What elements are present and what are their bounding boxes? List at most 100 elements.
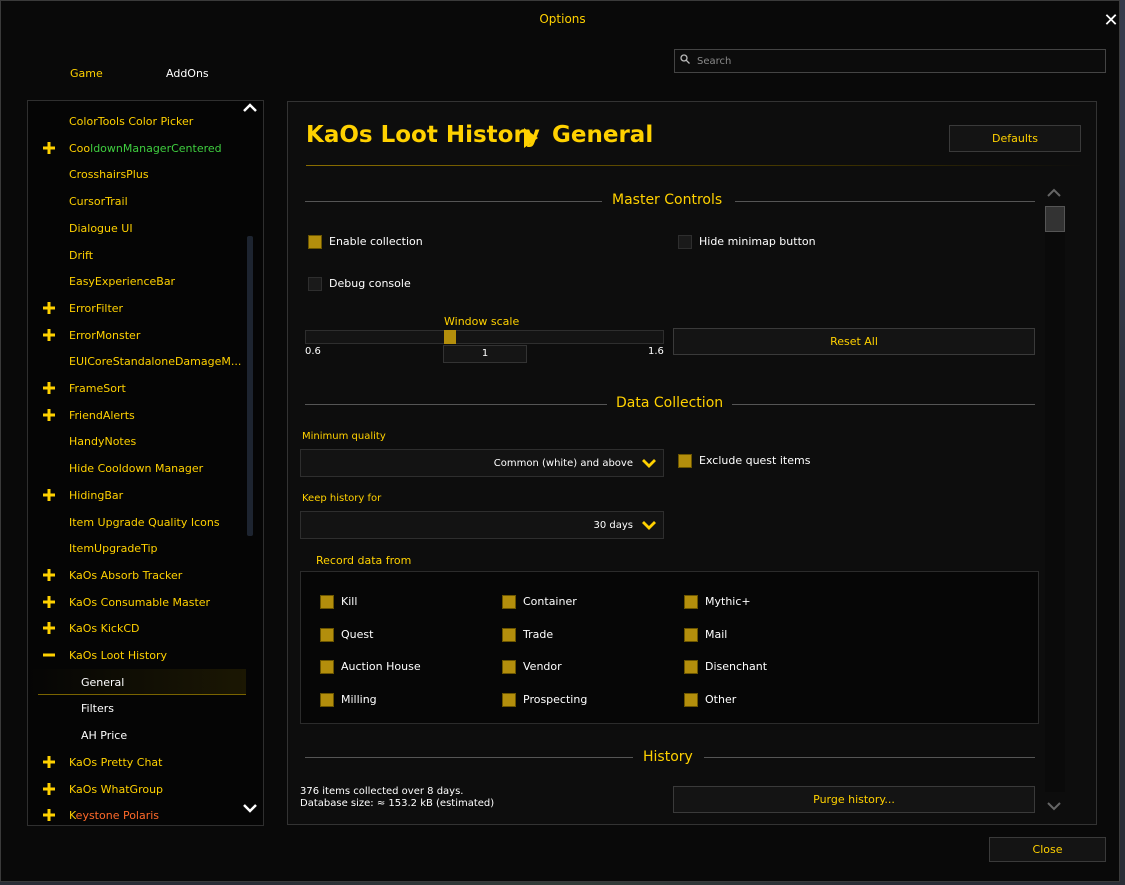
- sidebar-item[interactable]: ItemUpgradeTip: [28, 535, 246, 561]
- source-label: Kill: [341, 595, 358, 608]
- expand-plus-icon[interactable]: [43, 782, 55, 795]
- search-input[interactable]: [697, 53, 1097, 69]
- source-checkbox[interactable]: [320, 628, 334, 642]
- expand-plus-icon[interactable]: [43, 809, 55, 822]
- expand-plus-icon[interactable]: [43, 622, 55, 635]
- debug-console-checkbox[interactable]: [308, 277, 322, 291]
- chevron-down-icon: [642, 459, 656, 468]
- sidebar-scrollbar[interactable]: [247, 236, 253, 536]
- sidebar-item-label: HidingBar: [69, 488, 124, 502]
- exclude-quest-label: Exclude quest items: [699, 454, 811, 467]
- collapse-minus-icon[interactable]: [43, 649, 55, 661]
- keep-history-dropdown[interactable]: 30 days: [300, 511, 664, 539]
- sidebar-subitem[interactable]: General: [28, 668, 246, 695]
- sidebar-item-label: Keystone Polaris: [69, 809, 159, 822]
- expand-plus-icon[interactable]: [43, 568, 55, 581]
- sidebar-item[interactable]: Drift: [28, 242, 246, 268]
- scroll-down-icon[interactable]: [1046, 800, 1062, 812]
- enable-collection-checkbox[interactable]: [308, 235, 322, 249]
- sidebar-item[interactable]: HandyNotes: [28, 428, 246, 454]
- expand-plus-icon[interactable]: [43, 141, 55, 154]
- scroll-up-icon[interactable]: [1046, 187, 1062, 199]
- sidebar-item[interactable]: FrameSort: [28, 375, 246, 401]
- sidebar-subitem[interactable]: Filters: [28, 695, 246, 721]
- source-checkbox[interactable]: [320, 595, 334, 609]
- source-checkbox[interactable]: [684, 628, 698, 642]
- panel-scroll-track[interactable]: [1045, 232, 1065, 792]
- window-scale-slider[interactable]: [305, 330, 664, 344]
- sidebar-item[interactable]: Dialogue UI: [28, 215, 246, 241]
- sidebar-item[interactable]: KaOs Consumable Master: [28, 589, 246, 615]
- sidebar-item-label-part: ldownManagerCentered: [90, 141, 222, 155]
- slider-max: 1.6: [648, 346, 664, 357]
- hide-minimap-checkbox[interactable]: [678, 235, 692, 249]
- sidebar-item[interactable]: ErrorMonster: [28, 322, 246, 348]
- scroll-down-icon[interactable]: [242, 801, 258, 815]
- window-scale-label: Window scale: [444, 315, 520, 328]
- sidebar-item[interactable]: KaOs WhatGroup: [28, 776, 246, 802]
- expand-plus-icon[interactable]: [43, 328, 55, 341]
- defaults-button[interactable]: Defaults: [949, 125, 1081, 152]
- window-scale-value[interactable]: 1: [443, 345, 527, 363]
- min-quality-label: Minimum quality: [302, 431, 386, 442]
- hide-minimap-label: Hide minimap button: [699, 235, 816, 248]
- purge-history-button[interactable]: Purge history...: [673, 786, 1035, 813]
- breadcrumb-page: General: [552, 122, 654, 148]
- sidebar-item-label-part: eystone Polaris: [75, 809, 160, 823]
- source-checkbox[interactable]: [502, 595, 516, 609]
- sidebar-item[interactable]: HidingBar: [28, 482, 246, 508]
- sidebar-item-label-part: Coo: [69, 141, 91, 155]
- close-icon[interactable]: ✕: [1101, 11, 1121, 31]
- section-divider: [735, 201, 1035, 202]
- sidebar-item-label: EasyExperienceBar: [69, 275, 176, 289]
- slider-min: 0.6: [305, 346, 321, 357]
- debug-console-label: Debug console: [329, 277, 411, 290]
- sidebar-item[interactable]: Item Upgrade Quality Icons: [28, 509, 246, 535]
- expand-plus-icon[interactable]: [43, 595, 55, 608]
- exclude-quest-checkbox[interactable]: [678, 454, 692, 468]
- sidebar-item-label: General: [81, 675, 125, 689]
- sidebar-item[interactable]: CursorTrail: [28, 188, 246, 214]
- tab-game[interactable]: Game: [70, 67, 103, 80]
- sidebar-item-label: ColorTools Color Picker: [69, 115, 194, 128]
- sidebar-item[interactable]: KaOs KickCD: [28, 615, 246, 641]
- sidebar-item[interactable]: FriendAlerts: [28, 402, 246, 428]
- tab-addons[interactable]: AddOns: [166, 67, 209, 80]
- source-checkbox[interactable]: [320, 660, 334, 674]
- source-checkbox[interactable]: [684, 660, 698, 674]
- source-checkbox[interactable]: [502, 693, 516, 707]
- expand-plus-icon[interactable]: [43, 382, 55, 394]
- sidebar-item[interactable]: EUICoreStandaloneDamageM...: [28, 348, 246, 374]
- scroll-up-icon[interactable]: [242, 101, 258, 115]
- source-checkbox[interactable]: [320, 693, 334, 707]
- sidebar-item[interactable]: CrosshairsPlus: [28, 161, 246, 187]
- expand-plus-icon[interactable]: [43, 488, 55, 501]
- source-checkbox[interactable]: [502, 628, 516, 642]
- expand-plus-icon[interactable]: [43, 408, 55, 421]
- source-checkbox[interactable]: [684, 693, 698, 707]
- sidebar-item-label: ItemUpgradeTip: [69, 542, 158, 556]
- source-label: Auction House: [341, 660, 421, 673]
- sidebar-item[interactable]: KaOs Pretty Chat: [28, 749, 246, 775]
- sidebar-item[interactable]: Hide Cooldown Manager: [28, 455, 246, 481]
- min-quality-dropdown[interactable]: Common (white) and above: [300, 449, 664, 477]
- expand-plus-icon[interactable]: [43, 755, 55, 768]
- window-scale-thumb[interactable]: [444, 330, 456, 344]
- source-checkbox[interactable]: [684, 595, 698, 609]
- sidebar-subitem[interactable]: AH Price: [28, 722, 246, 748]
- record-from-label: Record data from: [316, 554, 412, 567]
- sidebar-item[interactable]: Keystone Polaris: [28, 802, 246, 825]
- sidebar-item[interactable]: EasyExperienceBar: [28, 268, 246, 294]
- source-checkbox[interactable]: [502, 660, 516, 674]
- sidebar-item[interactable]: ErrorFilter: [28, 295, 246, 321]
- sidebar-item[interactable]: ColorTools Color Picker: [28, 108, 246, 134]
- sidebar-item[interactable]: KaOs Absorb Tracker: [28, 562, 246, 588]
- close-button[interactable]: Close: [989, 837, 1106, 862]
- sidebar-item[interactable]: KaOs Loot History: [28, 642, 246, 668]
- panel-scroll-thumb[interactable]: [1045, 206, 1065, 232]
- source-label: Mythic+: [705, 595, 751, 608]
- reset-all-button[interactable]: Reset All: [673, 328, 1035, 355]
- search-box[interactable]: [674, 49, 1106, 73]
- expand-plus-icon[interactable]: [43, 301, 55, 314]
- sidebar-item[interactable]: CooldownManagerCentered: [28, 135, 246, 161]
